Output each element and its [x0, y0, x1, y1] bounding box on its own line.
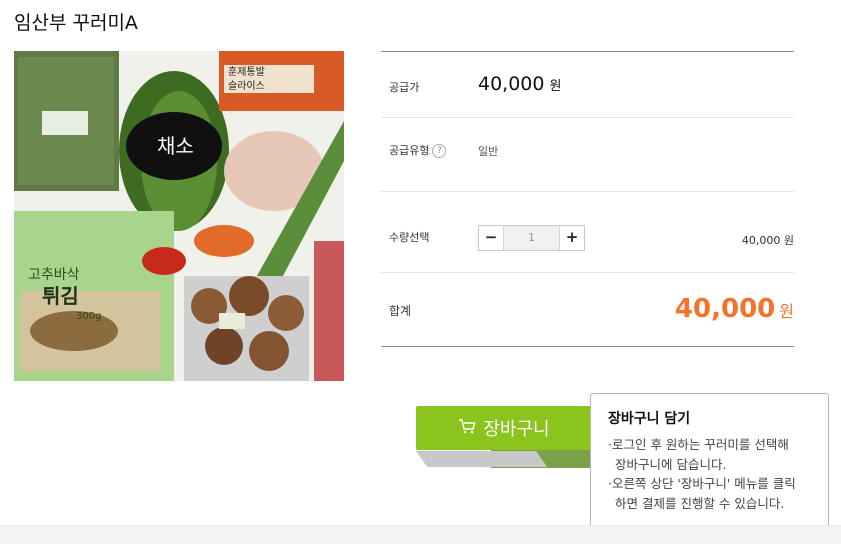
total-price-amount: 40,000 — [674, 294, 776, 324]
supply-type-label: 공급유형? — [389, 142, 447, 158]
quantity-increase-button[interactable]: + — [559, 226, 584, 250]
help-icon[interactable]: ? — [432, 144, 447, 158]
tooltip-line: ·로그인 후 원하는 꾸러미를 선택해 — [608, 437, 789, 452]
add-to-cart-label: 장바구니 — [483, 419, 550, 440]
tooltip-line: 하면 결제를 진행할 수 있습니다. — [615, 495, 785, 511]
quantity-row: 수량선택 − 1 + 40,000 원 — [381, 192, 794, 273]
image-label-smoked: 훈제통발 — [228, 65, 265, 78]
quantity-stepper[interactable]: − 1 + — [478, 225, 585, 251]
supply-price-label: 공급가 — [389, 81, 420, 94]
cart-tooltip: 장바구니 담기 ·로그인 후 원하는 꾸러미를 선택해 장바구니에 담습니다. … — [590, 393, 829, 537]
total-price-unit: 원 — [779, 302, 794, 321]
supply-price-amount: 40,000 — [478, 73, 545, 95]
image-label-sliced: 슬라이스 — [228, 80, 265, 92]
image-label-fried: 튀김 — [42, 284, 79, 308]
supply-price-unit: 원 — [549, 79, 562, 94]
add-to-cart-button[interactable]: 장바구니 — [416, 406, 592, 450]
product-image: 채소 훈제통발 슬라이스 고추바삭 튀김 300g — [14, 51, 344, 381]
quantity-input[interactable]: 1 — [504, 226, 559, 250]
supply-type-label-text: 공급유형 — [389, 144, 430, 157]
cart-icon — [458, 417, 476, 440]
cart-button-shadow — [416, 451, 548, 467]
tooltip-line: ·오른쪽 상단 '장바구니' 메뉴를 클릭 — [608, 476, 796, 491]
total-label: 합계 — [389, 304, 412, 318]
total-price: 40,000 원 — [675, 294, 794, 324]
supply-price-row: 공급가 40,000 원 — [381, 51, 794, 118]
footer-bar — [0, 525, 841, 544]
image-label-pepper-crisp: 고추바삭 — [28, 267, 80, 283]
product-info-panel: 공급가 40,000 원 공급유형? 일반 수량선택 − 1 + 40,000 원… — [381, 51, 794, 347]
total-row: 합계 40,000 원 — [381, 273, 794, 347]
supply-type-value: 일반 — [478, 145, 499, 158]
page-title: 임산부 꾸러미A — [14, 12, 138, 34]
line-price: 40,000 원 — [741, 234, 794, 247]
image-label-weight: 300g — [76, 311, 101, 322]
supply-price-value: 40,000 원 — [478, 73, 561, 95]
quantity-label: 수량선택 — [389, 231, 430, 244]
tooltip-line: 장바구니에 담습니다. — [615, 456, 727, 472]
tooltip-title: 장바구니 담기 — [608, 411, 691, 427]
quantity-decrease-button[interactable]: − — [479, 226, 504, 250]
image-label-vegetable: 채소 — [157, 134, 194, 158]
supply-type-row: 공급유형? 일반 — [381, 118, 794, 192]
